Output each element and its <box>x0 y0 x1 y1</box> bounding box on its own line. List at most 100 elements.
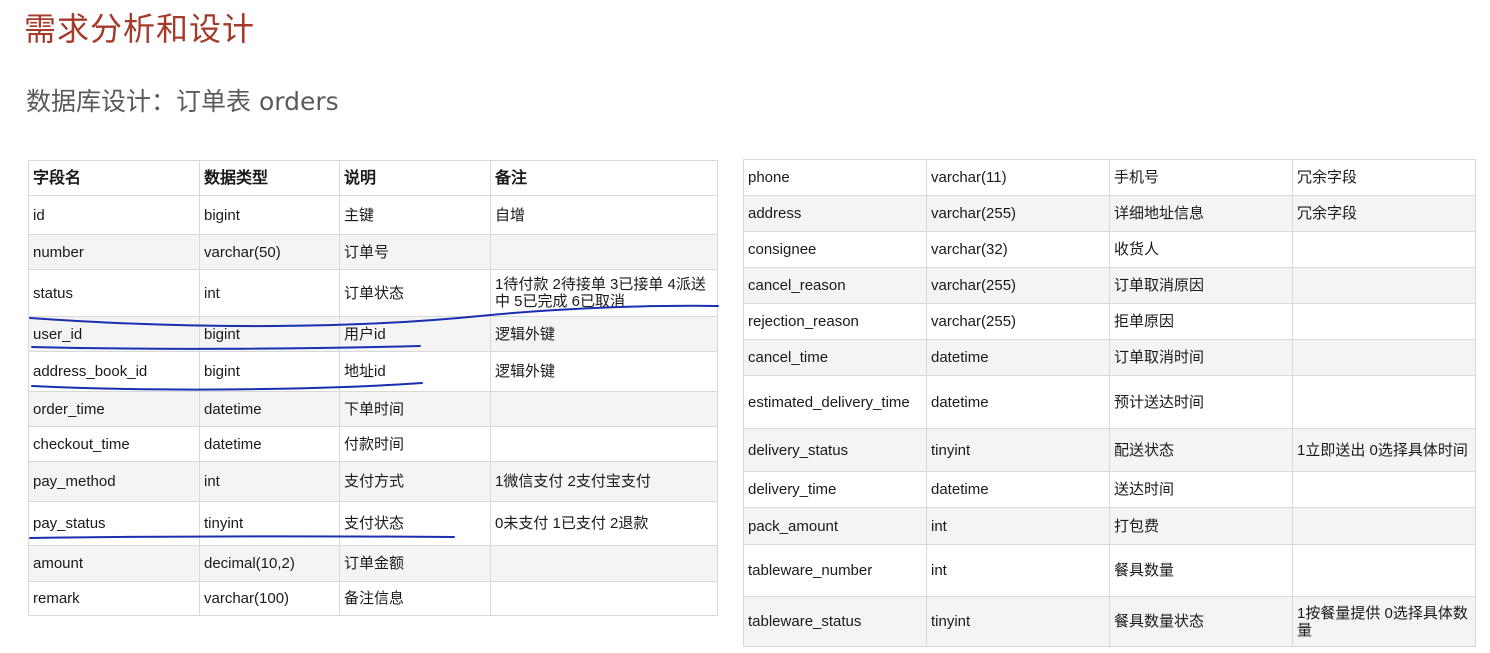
table-row: cancel_time datetime 订单取消时间 <box>743 339 1476 376</box>
table-row: pay_method int 支付方式 1微信支付 2支付宝支付 <box>28 461 718 502</box>
cell-remark: 自增 <box>490 195 718 235</box>
cell-type: varchar(255) <box>926 195 1110 232</box>
cell-desc: 下单时间 <box>339 391 491 427</box>
cell-field: delivery_time <box>743 471 927 508</box>
cell-remark: 1微信支付 2支付宝支付 <box>490 461 718 502</box>
cell-type: bigint <box>199 195 340 235</box>
table-row: checkout_time datetime 付款时间 <box>28 426 718 462</box>
cell-field: pay_method <box>28 461 200 502</box>
cell-remark <box>490 234 718 270</box>
cell-desc: 收货人 <box>1109 231 1293 268</box>
table-row: number varchar(50) 订单号 <box>28 234 718 270</box>
table-row: phone varchar(11) 手机号 冗余字段 <box>743 159 1476 196</box>
cell-type: varchar(255) <box>926 267 1110 304</box>
cell-type: int <box>926 507 1110 545</box>
cell-remark <box>490 426 718 462</box>
cell-desc: 订单取消时间 <box>1109 339 1293 376</box>
cell-desc: 详细地址信息 <box>1109 195 1293 232</box>
cell-desc: 订单号 <box>339 234 491 270</box>
cell-type: int <box>199 461 340 502</box>
table-row: user_id bigint 用户id 逻辑外键 <box>28 316 718 352</box>
cell-desc: 订单状态 <box>339 269 491 317</box>
header-data-type: 数据类型 <box>199 160 340 196</box>
cell-type: datetime <box>926 375 1110 429</box>
cell-field: phone <box>743 159 927 196</box>
cell-desc: 订单金额 <box>339 545 491 582</box>
header-field-name: 字段名 <box>28 160 200 196</box>
cell-remark: 1立即送出 0选择具体时间 <box>1292 428 1476 472</box>
cell-field: cancel_time <box>743 339 927 376</box>
cell-field: consignee <box>743 231 927 268</box>
cell-field: remark <box>28 581 200 616</box>
cell-desc: 用户id <box>339 316 491 352</box>
cell-type: varchar(32) <box>926 231 1110 268</box>
cell-desc: 送达时间 <box>1109 471 1293 508</box>
orders-table-left: 字段名 数据类型 说明 备注 id bigint 主键 自增 number va… <box>28 160 718 616</box>
cell-field: number <box>28 234 200 270</box>
cell-field: cancel_reason <box>743 267 927 304</box>
cell-type: decimal(10,2) <box>199 545 340 582</box>
cell-type: datetime <box>926 471 1110 508</box>
cell-remark: 0未支付 1已支付 2退款 <box>490 501 718 546</box>
table-row: delivery_time datetime 送达时间 <box>743 471 1476 508</box>
table-row: tableware_status tinyint 餐具数量状态 1按餐量提供 0… <box>743 596 1476 647</box>
cell-field: pay_status <box>28 501 200 546</box>
cell-field: estimated_delivery_time <box>743 375 927 429</box>
cell-type: int <box>199 269 340 317</box>
cell-type: datetime <box>199 426 340 462</box>
cell-remark: 冗余字段 <box>1292 159 1476 196</box>
header-description: 说明 <box>339 160 491 196</box>
cell-field: amount <box>28 545 200 582</box>
table-row: remark varchar(100) 备注信息 <box>28 581 718 616</box>
table-row: id bigint 主键 自增 <box>28 195 718 235</box>
cell-desc: 付款时间 <box>339 426 491 462</box>
cell-field: address_book_id <box>28 351 200 392</box>
cell-field: id <box>28 195 200 235</box>
table-row: address varchar(255) 详细地址信息 冗余字段 <box>743 195 1476 232</box>
page-title: 需求分析和设计 <box>24 10 256 48</box>
cell-desc: 配送状态 <box>1109 428 1293 472</box>
cell-remark: 逻辑外键 <box>490 351 718 392</box>
cell-field: rejection_reason <box>743 303 927 340</box>
cell-type: datetime <box>926 339 1110 376</box>
table-row: status int 订单状态 1待付款 2待接单 3已接单 4派送中 5已完成… <box>28 269 718 317</box>
orders-table-right: phone varchar(11) 手机号 冗余字段 address varch… <box>743 159 1476 647</box>
cell-remark <box>1292 267 1476 304</box>
table-row: estimated_delivery_time datetime 预计送达时间 <box>743 375 1476 429</box>
table-row: pay_status tinyint 支付状态 0未支付 1已支付 2退款 <box>28 501 718 546</box>
table-row: address_book_id bigint 地址id 逻辑外键 <box>28 351 718 392</box>
cell-field: address <box>743 195 927 232</box>
cell-remark <box>490 391 718 427</box>
cell-type: datetime <box>199 391 340 427</box>
cell-field: checkout_time <box>28 426 200 462</box>
cell-desc: 订单取消原因 <box>1109 267 1293 304</box>
cell-desc: 拒单原因 <box>1109 303 1293 340</box>
cell-type: varchar(100) <box>199 581 340 616</box>
table-row: consignee varchar(32) 收货人 <box>743 231 1476 268</box>
table-row: tableware_number int 餐具数量 <box>743 544 1476 597</box>
table-row: order_time datetime 下单时间 <box>28 391 718 427</box>
cell-remark: 1按餐量提供 0选择具体数量 <box>1292 596 1476 647</box>
table-row: delivery_status tinyint 配送状态 1立即送出 0选择具体… <box>743 428 1476 472</box>
cell-type: bigint <box>199 316 340 352</box>
cell-field: user_id <box>28 316 200 352</box>
cell-type: tinyint <box>926 428 1110 472</box>
table-row: amount decimal(10,2) 订单金额 <box>28 545 718 582</box>
header-remark: 备注 <box>490 160 718 196</box>
cell-desc: 备注信息 <box>339 581 491 616</box>
cell-field: delivery_status <box>743 428 927 472</box>
table-row: rejection_reason varchar(255) 拒单原因 <box>743 303 1476 340</box>
cell-remark <box>1292 507 1476 545</box>
cell-remark: 冗余字段 <box>1292 195 1476 232</box>
cell-type: varchar(11) <box>926 159 1110 196</box>
cell-desc: 餐具数量 <box>1109 544 1293 597</box>
cell-desc: 支付状态 <box>339 501 491 546</box>
cell-field: order_time <box>28 391 200 427</box>
cell-desc: 支付方式 <box>339 461 491 502</box>
cell-remark <box>1292 544 1476 597</box>
cell-desc: 手机号 <box>1109 159 1293 196</box>
table-row: cancel_reason varchar(255) 订单取消原因 <box>743 267 1476 304</box>
cell-type: tinyint <box>926 596 1110 647</box>
cell-type: varchar(50) <box>199 234 340 270</box>
cell-type: tinyint <box>199 501 340 546</box>
